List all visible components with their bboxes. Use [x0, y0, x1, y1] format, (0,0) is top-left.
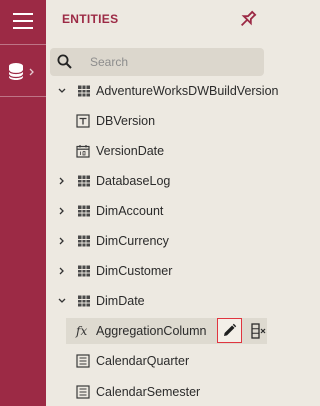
search-icon — [57, 54, 72, 69]
search-input[interactable]: Search — [50, 48, 264, 76]
table-icon — [78, 85, 90, 97]
tree-item-label: AggregationColumn — [96, 324, 207, 338]
number-field-icon — [76, 354, 90, 368]
tree-item-dimcurrency[interactable]: DimCurrency — [46, 229, 267, 253]
tree-item-label: DatabaseLog — [96, 174, 171, 188]
tree-item-dimdate[interactable]: DimDate — [46, 289, 267, 313]
tree-item-calendarquarter[interactable]: CalendarQuarter — [46, 349, 267, 373]
column-delete-icon — [251, 323, 266, 339]
tree-item-databaselog[interactable]: DatabaseLog — [46, 169, 267, 193]
tree-item-dimcustomer[interactable]: DimCustomer — [46, 259, 267, 283]
table-icon — [78, 175, 90, 187]
tree-item-label: DimAccount — [96, 204, 164, 218]
function-icon: fx — [76, 324, 88, 338]
delete-column-button[interactable] — [250, 321, 267, 341]
table-icon — [78, 265, 90, 277]
calendar-icon — [76, 145, 90, 158]
chevron-right-icon[interactable] — [57, 259, 67, 283]
pin-icon[interactable] — [237, 8, 259, 30]
entities-panel: ENTITIES Search AdventureWorksDWBuildVer… — [46, 0, 278, 406]
tree-item-adventureworksdwbuildversion[interactable]: AdventureWorksDWBuildVersion — [46, 79, 278, 103]
database-icon — [8, 63, 34, 80]
tree-item-label: AdventureWorksDWBuildVersion — [96, 84, 279, 98]
table-icon — [78, 235, 90, 247]
chevron-right-icon[interactable] — [57, 229, 67, 253]
hamburger-menu-icon[interactable] — [13, 13, 33, 34]
tree-item-label: DBVersion — [96, 114, 156, 128]
tree-item-dbversion[interactable]: DBVersion — [46, 109, 267, 133]
search-placeholder: Search — [90, 55, 129, 69]
chevron-right-icon[interactable] — [57, 199, 67, 223]
tree-item-dimaccount[interactable]: DimAccount — [46, 199, 267, 223]
chevron-down-icon[interactable] — [57, 289, 67, 313]
table-icon — [78, 205, 90, 217]
panel-title: ENTITIES — [62, 12, 119, 26]
tree-item-label: CalendarQuarter — [96, 354, 190, 368]
chevron-down-icon[interactable] — [57, 79, 67, 103]
rail-divider — [0, 44, 46, 45]
tree-item-label: DimCurrency — [96, 234, 169, 248]
left-rail — [0, 0, 46, 406]
table-icon — [78, 295, 90, 307]
database-button[interactable] — [7, 60, 39, 84]
edit-button[interactable] — [217, 318, 242, 343]
tree-item-label: VersionDate — [96, 144, 165, 158]
tree-item-calendarsemester[interactable]: CalendarSemester — [46, 380, 267, 404]
tree-item-versiondate[interactable]: VersionDate — [46, 139, 267, 163]
chevron-right-icon[interactable] — [57, 169, 67, 193]
panel-header: ENTITIES — [46, 0, 267, 40]
tree-item-label: CalendarSemester — [96, 385, 201, 399]
number-field-icon — [76, 385, 90, 399]
text-field-icon — [76, 114, 90, 128]
rail-divider — [0, 96, 46, 97]
tree-item-label: DimDate — [96, 294, 145, 308]
tree-item-label: DimCustomer — [96, 264, 173, 278]
pencil-icon — [224, 323, 237, 336]
